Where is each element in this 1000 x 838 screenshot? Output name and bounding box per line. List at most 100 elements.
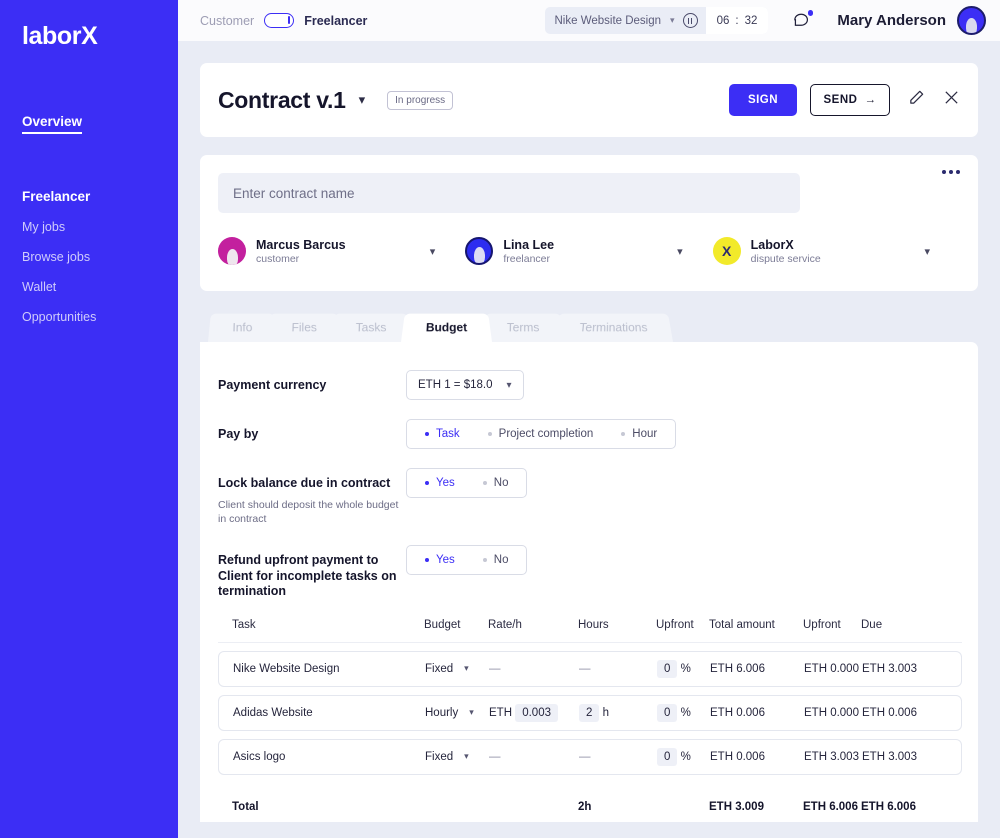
role-label-freelancer[interactable]: Freelancer (304, 14, 367, 28)
party-text: Lina Lee freelancer (503, 238, 554, 265)
cell-hours[interactable]: 2 h (579, 703, 657, 722)
payment-currency-select[interactable]: ETH 1 = $18.0 ▾ (406, 370, 524, 400)
send-button[interactable]: SEND → (810, 84, 890, 116)
main-area: Customer Freelancer Nike Website Design … (178, 0, 1000, 838)
cell-upfront-pct[interactable]: 0 % (657, 747, 710, 766)
chevron-down-icon[interactable]: ▾ (359, 92, 366, 108)
radio-dot (425, 432, 429, 436)
project-name[interactable]: Nike Website Design (555, 15, 662, 27)
pay-by-option-project-completion[interactable]: Project completion (474, 428, 608, 440)
user-name: Mary Anderson (837, 12, 946, 29)
avatar-laborx: X (712, 237, 741, 265)
party-name: LaborX (750, 237, 794, 252)
table-row[interactable]: Nike Website Design Fixed ▾ — — 0 % ETH … (218, 650, 962, 687)
party-dispute-service[interactable]: X LaborX dispute service ▾ (712, 237, 960, 265)
project-timer-widget: Nike Website Design ▾ 06 : 32 (544, 7, 769, 34)
cell-upfront-amount: ETH 3.003 (804, 750, 859, 763)
cell-total-amount: ETH 0.006 (710, 706, 765, 719)
upfront-pct-input[interactable]: 0 (657, 747, 678, 766)
party-role: dispute service (750, 252, 821, 265)
pay-by-option-hour[interactable]: Hour (607, 428, 671, 440)
tab-terms[interactable]: Terms (482, 313, 565, 342)
budget-tab-content: Payment currency ETH 1 = $18.0 ▾ Pay by (200, 342, 978, 822)
pay-by-radio-group: Task Project completion Hour (406, 419, 677, 449)
upfront-pct-input[interactable]: 0 (657, 703, 678, 722)
chevron-down-icon[interactable]: ▾ (670, 15, 675, 26)
sidebar-item-wallet[interactable]: Wallet (0, 280, 178, 294)
cell-upfront-pct[interactable]: 0 % (657, 659, 710, 678)
chevron-down-icon[interactable]: ▾ (430, 245, 436, 258)
radio-label: Yes (436, 477, 455, 489)
cell-rate: — (489, 750, 501, 763)
sidebar-item-opportunities[interactable]: Opportunities (0, 310, 178, 324)
more-options-icon[interactable] (942, 170, 960, 174)
cell-upfront-amount: ETH 0.000 (804, 662, 859, 675)
field-label-wrap: Lock balance due in contract Client shou… (218, 468, 406, 526)
radio-dot (482, 481, 487, 485)
pay-by-option-task[interactable]: Task (411, 428, 474, 440)
budget-type-value: Hourly (425, 706, 459, 719)
app-logo[interactable]: laborX (0, 22, 178, 51)
refund-upfront-option-yes[interactable]: Yes (411, 554, 469, 566)
role-label-customer[interactable]: Customer (200, 14, 254, 28)
pencil-icon[interactable] (908, 89, 925, 111)
tab-terminations[interactable]: Terminations (554, 313, 674, 342)
budget-table: Task Budget Rate/h Hours Upfront Total a… (218, 619, 962, 825)
arrow-right-icon: → (864, 94, 877, 106)
sidebar: laborX Overview Freelancer My jobs Brows… (0, 0, 178, 838)
chevron-down-icon[interactable]: ▾ (677, 245, 683, 258)
cell-budget-type[interactable]: Fixed ▾ (425, 663, 489, 675)
field-pay-by: Pay by Task Project completion Hour (218, 419, 956, 449)
table-row[interactable]: Asics logo Fixed ▾ — — 0 % ETH 0.006 ETH… (218, 738, 962, 775)
sidebar-item-browse-jobs[interactable]: Browse jobs (0, 250, 178, 264)
cell-due: ETH 3.003 (862, 662, 917, 675)
pause-icon[interactable] (682, 13, 698, 28)
cell-upfront-pct[interactable]: 0 % (657, 703, 710, 722)
tab-tasks[interactable]: Tasks (331, 313, 412, 342)
upfront-pct-input[interactable]: 0 (657, 659, 678, 678)
avatar-lina (465, 237, 494, 265)
party-freelancer[interactable]: Lina Lee freelancer ▾ (465, 237, 712, 265)
timer-separator: : (735, 14, 739, 27)
contract-name-input[interactable]: Enter contract name (218, 173, 800, 213)
column-header-budget: Budget (424, 618, 461, 631)
parties-card: Enter contract name Marcus Barcus custom… (200, 155, 978, 291)
chevron-down-icon[interactable]: ▾ (924, 245, 930, 258)
field-payment-currency: Payment currency ETH 1 = $18.0 ▾ (218, 370, 956, 400)
cell-task: Adidas Website (233, 706, 313, 719)
cell-budget-type[interactable]: Hourly ▾ (425, 707, 489, 719)
sign-button[interactable]: SIGN (729, 84, 797, 116)
lock-balance-option-yes[interactable]: Yes (411, 477, 469, 489)
cell-due: ETH 3.003 (862, 750, 917, 763)
cell-rate[interactable]: ETH 0.003 (489, 703, 579, 722)
table-row[interactable]: Adidas Website Hourly ▾ ETH 0.003 2 h 0 … (218, 694, 962, 731)
field-label-wrap: Payment currency (218, 370, 406, 394)
close-icon[interactable] (943, 89, 960, 111)
timer-display: 06 : 32 (705, 7, 769, 34)
rate-input[interactable]: 0.003 (515, 703, 558, 722)
sidebar-item-overview-label: Overview (22, 114, 83, 134)
chat-bubble-icon[interactable] (792, 10, 814, 30)
role-toggle[interactable] (264, 13, 295, 28)
role-switcher[interactable]: Customer Freelancer (200, 13, 367, 28)
party-name: Marcus Barcus (256, 237, 346, 252)
radio-dot (482, 557, 487, 562)
hours-input[interactable]: 2 (579, 703, 600, 722)
radio-label: Yes (436, 553, 455, 566)
chevron-down-icon: ▾ (464, 663, 469, 674)
refund-upfront-option-no[interactable]: No (469, 554, 523, 566)
lock-balance-option-no[interactable]: No (469, 477, 523, 489)
percent-symbol: % (680, 706, 691, 719)
chevron-down-icon: ▾ (464, 751, 469, 762)
sidebar-item-overview[interactable]: Overview (0, 113, 178, 134)
avatar[interactable] (957, 6, 986, 35)
party-customer[interactable]: Marcus Barcus customer ▾ (218, 237, 465, 265)
parties-list: Marcus Barcus customer ▾ Lina Lee freela… (218, 237, 960, 265)
sidebar-item-my-jobs[interactable]: My jobs (0, 220, 178, 234)
tab-budget[interactable]: Budget (401, 313, 493, 342)
party-text: LaborX dispute service (751, 238, 821, 265)
table-header-row: Task Budget Rate/h Hours Upfront Total a… (218, 619, 962, 643)
cell-budget-type[interactable]: Fixed ▾ (425, 751, 489, 763)
tab-files[interactable]: Files (266, 313, 342, 342)
content-area: Contract v.1 ▾ In progress SIGN SEND → E… (178, 41, 1000, 838)
